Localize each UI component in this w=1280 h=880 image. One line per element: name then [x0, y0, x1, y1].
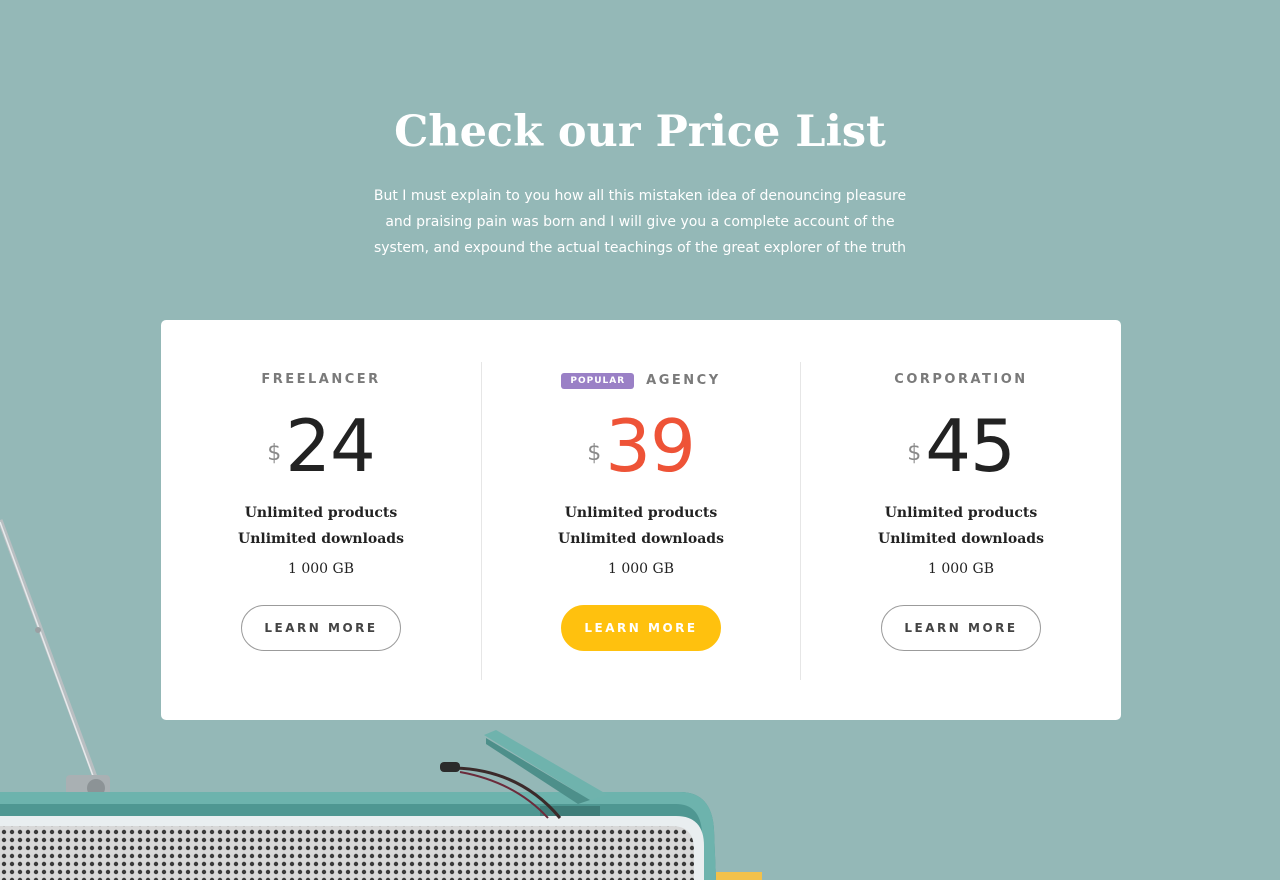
plan-name: AGENCY [646, 373, 721, 388]
page-title: Check our Price List [394, 107, 886, 157]
popular-badge: POPULAR [561, 373, 635, 389]
learn-more-button[interactable]: LEARN MORE [561, 605, 721, 651]
plan-name: CORPORATION [894, 372, 1028, 387]
feature-item: Unlimited downloads [558, 531, 724, 547]
plan-name-row: POPULAR AGENCY [481, 373, 801, 389]
learn-more-button[interactable]: LEARN MORE [241, 605, 401, 651]
feature-item: Unlimited products [884, 505, 1038, 521]
price-amount: 45 [925, 404, 1016, 488]
learn-more-button[interactable]: LEARN MORE [881, 605, 1041, 651]
storage-amount: 1 000 GB [607, 561, 674, 577]
page-subtitle: But I must explain to you how all this m… [373, 188, 907, 256]
plan-name: FREELANCER [261, 372, 381, 387]
plan-corporation: CORPORATION $45 Unlimited products Unlim… [801, 320, 1121, 720]
plan-price: $39 [481, 410, 801, 482]
currency-symbol: $ [587, 441, 602, 466]
feature-item: Unlimited downloads [878, 531, 1044, 547]
feature-item: Unlimited downloads [238, 531, 404, 547]
currency-symbol: $ [907, 441, 922, 466]
plan-freelancer: FREELANCER $24 Unlimited products Unlimi… [161, 320, 481, 720]
plan-price: $24 [161, 410, 481, 482]
feature-item: Unlimited products [564, 505, 718, 521]
currency-symbol: $ [267, 441, 282, 466]
plan-price: $45 [801, 410, 1121, 482]
price-amount: 39 [605, 404, 696, 488]
storage-amount: 1 000 GB [927, 561, 994, 577]
storage-amount: 1 000 GB [287, 561, 354, 577]
plan-agency: POPULAR AGENCY $39 Unlimited products Unl… [481, 320, 801, 720]
price-amount: 24 [285, 404, 376, 488]
pricing-card: FREELANCER $24 Unlimited products Unlimi… [161, 320, 1121, 720]
feature-item: Unlimited products [244, 505, 398, 521]
